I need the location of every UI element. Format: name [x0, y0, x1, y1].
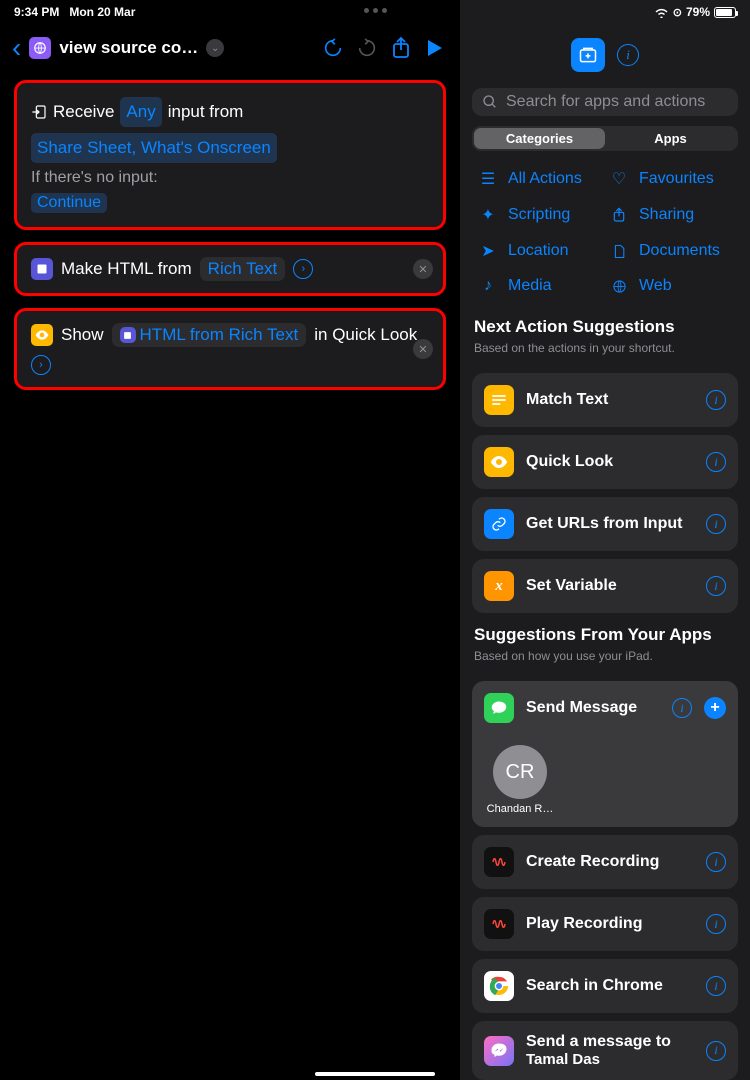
- segmented-control[interactable]: Categories Apps: [472, 126, 738, 151]
- suggestion-play-recording[interactable]: Play Recording i: [472, 897, 738, 951]
- receive-mid: input from: [168, 98, 244, 126]
- info-icon[interactable]: i: [706, 576, 726, 596]
- make-html-verb: Make HTML from: [61, 259, 192, 279]
- quicklook-suffix: in Quick Look: [314, 325, 417, 345]
- receive-prefix: Receive: [53, 98, 114, 126]
- globe-icon: [609, 279, 629, 294]
- heart-icon: ♡: [609, 169, 629, 189]
- receive-any-token[interactable]: Any: [120, 97, 161, 127]
- location-icon: ➤: [478, 241, 498, 261]
- run-button[interactable]: [422, 38, 448, 58]
- messages-app-icon: [484, 693, 514, 723]
- battery-icon: [714, 7, 736, 18]
- link-icon: [484, 509, 514, 539]
- battery-percent: 79%: [686, 5, 710, 19]
- suggestion-create-recording[interactable]: Create Recording i: [472, 835, 738, 889]
- show-verb: Show: [61, 325, 104, 345]
- list-icon: ☰: [478, 169, 498, 189]
- quicklook-action-icon: [31, 324, 53, 346]
- voice-memos-icon: [484, 909, 514, 939]
- chrome-app-icon: [484, 971, 514, 1001]
- suggestion-send-message[interactable]: Send Message i + CR Chandan R…: [472, 681, 738, 827]
- rich-text-param[interactable]: Rich Text: [200, 257, 286, 281]
- match-text-icon: [484, 385, 514, 415]
- receive-sources-token[interactable]: Share Sheet, What's Onscreen: [31, 133, 277, 163]
- status-bar: 9:34 PM Mon 20 Mar ⊙ 79%: [0, 0, 750, 24]
- info-icon[interactable]: i: [706, 976, 726, 996]
- info-icon[interactable]: i: [706, 852, 726, 872]
- next-suggestions-title: Next Action Suggestions: [474, 317, 736, 337]
- wand-icon: ✦: [478, 205, 498, 225]
- tab-categories[interactable]: Categories: [474, 128, 605, 149]
- remove-quicklook-button[interactable]: ✕: [413, 339, 433, 359]
- suggestion-messenger[interactable]: Send a message toTamal Das i: [472, 1021, 738, 1080]
- variable-icon: x: [484, 571, 514, 601]
- html-from-richtext-param[interactable]: HTML from Rich Text: [112, 323, 307, 347]
- suggestion-set-variable[interactable]: x Set Variable i: [472, 559, 738, 613]
- html-action-icon: [31, 258, 53, 280]
- next-suggestions-sub: Based on the actions in your shortcut.: [474, 341, 736, 355]
- remove-action-button[interactable]: ✕: [413, 259, 433, 279]
- app-suggestions-title: Suggestions From Your Apps: [474, 625, 736, 645]
- back-button[interactable]: ‹: [12, 34, 21, 62]
- no-input-label: If there's no input:: [31, 169, 429, 187]
- voice-memos-icon: [484, 847, 514, 877]
- multitask-dots[interactable]: [360, 8, 390, 13]
- share-button[interactable]: [388, 36, 414, 60]
- info-icon[interactable]: i: [706, 914, 726, 934]
- shortcut-title[interactable]: view source co…: [59, 38, 198, 58]
- info-icon[interactable]: i: [706, 514, 726, 534]
- title-menu-button[interactable]: ⌄: [206, 39, 224, 57]
- cat-scripting[interactable]: ✦Scripting: [478, 205, 601, 225]
- input-icon: [31, 104, 47, 120]
- suggestion-quick-look[interactable]: Quick Look i: [472, 435, 738, 489]
- status-date: Mon 20 Mar: [69, 5, 135, 19]
- info-icon[interactable]: i: [672, 698, 692, 718]
- receive-input-card[interactable]: Receive Any input from Share Sheet, What…: [14, 80, 446, 230]
- suggestion-match-text[interactable]: Match Text i: [472, 373, 738, 427]
- cat-sharing[interactable]: Sharing: [609, 205, 732, 225]
- contact-chip[interactable]: CR Chandan R…: [484, 745, 556, 815]
- suggestion-search-chrome[interactable]: Search in Chrome i: [472, 959, 738, 1013]
- expand-param-button[interactable]: ›: [293, 259, 313, 279]
- contact-name: Chandan R…: [487, 803, 554, 815]
- cat-location[interactable]: ➤Location: [478, 241, 601, 261]
- add-action-button[interactable]: +: [704, 697, 726, 719]
- search-placeholder: Search for apps and actions: [506, 93, 705, 111]
- tab-apps[interactable]: Apps: [605, 128, 736, 149]
- messenger-app-icon: [484, 1036, 514, 1066]
- shortcut-icon: [29, 37, 51, 59]
- document-icon: [609, 244, 629, 259]
- cat-media[interactable]: ♪Media: [478, 277, 601, 295]
- suggestion-get-urls[interactable]: Get URLs from Input i: [472, 497, 738, 551]
- cat-favourites[interactable]: ♡Favourites: [609, 169, 732, 189]
- app-suggestions-sub: Based on how you use your iPad.: [474, 649, 736, 663]
- make-html-card[interactable]: Make HTML from Rich Text › ✕: [14, 242, 446, 296]
- info-icon[interactable]: i: [706, 1041, 726, 1061]
- expand-quicklook-button[interactable]: ›: [31, 355, 51, 375]
- info-tab-button[interactable]: i: [617, 44, 639, 66]
- info-icon[interactable]: i: [706, 452, 726, 472]
- undo-button[interactable]: [320, 37, 346, 59]
- info-icon[interactable]: i: [706, 390, 726, 410]
- search-input[interactable]: Search for apps and actions: [472, 88, 738, 116]
- cat-documents[interactable]: Documents: [609, 241, 732, 261]
- cat-all-actions[interactable]: ☰All Actions: [478, 169, 601, 189]
- avatar: CR: [493, 745, 547, 799]
- home-indicator[interactable]: [315, 1072, 435, 1076]
- wifi-icon: [654, 7, 669, 18]
- search-icon: [482, 94, 498, 110]
- quicklook-card[interactable]: Show HTML from Rich Text in Quick Look ›…: [14, 308, 446, 390]
- music-icon: ♪: [478, 277, 498, 295]
- quicklook-icon: [484, 447, 514, 477]
- library-tab-button[interactable]: [571, 38, 605, 72]
- status-time: 9:34 PM: [14, 5, 59, 19]
- redo-button: [354, 37, 380, 59]
- no-input-action[interactable]: Continue: [31, 193, 107, 213]
- share-icon: [609, 207, 629, 223]
- orientation-lock-icon: ⊙: [673, 6, 682, 19]
- cat-web[interactable]: Web: [609, 277, 732, 295]
